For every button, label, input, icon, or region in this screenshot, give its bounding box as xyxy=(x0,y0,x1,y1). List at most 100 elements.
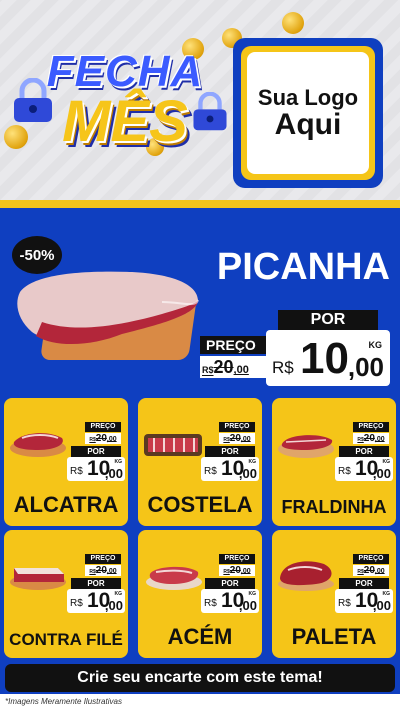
hero-price-value: 10 xyxy=(300,334,349,383)
disclaimer-text: *Imagens Meramente Ilustrativas xyxy=(5,697,122,706)
hero-product-name: PICANHA xyxy=(216,246,390,288)
product-name: ALCATRA xyxy=(13,492,119,517)
unit: KG xyxy=(248,459,257,465)
product-name: FRALDINHA xyxy=(281,497,387,517)
logo-area: Sua Logo Aqui xyxy=(247,52,369,174)
product-card[interactable]: PREÇO R$20,00 POR R$ 10 KG ,00 COSTELA xyxy=(138,398,262,526)
currency: R$ xyxy=(338,598,351,609)
currency: R$ xyxy=(70,598,83,609)
hero-unit: KG xyxy=(368,340,383,350)
old-price-cents: ,00 xyxy=(374,436,385,443)
por-label: POR xyxy=(339,578,389,589)
old-price-cents: ,00 xyxy=(240,436,251,443)
picanha-meat-image xyxy=(17,271,199,345)
unit: KG xyxy=(382,591,391,597)
alcatra-meat-image xyxy=(10,433,66,457)
product-card[interactable]: PREÇO R$20,00 POR R$ 10 KG ,00 CONTRA FI… xyxy=(4,530,128,658)
hero-price-cents: ,00 xyxy=(347,352,384,382)
new-price: R$ 10 KG ,00 xyxy=(335,589,393,613)
hero-old-price-value: 20 xyxy=(213,357,234,377)
hero-old-price-cents: ,00 xyxy=(233,364,249,376)
footer: *Imagens Meramente Ilustrativas xyxy=(0,694,400,711)
fraldinha-meat-image xyxy=(278,435,334,458)
logo-border: Sua Logo Aqui xyxy=(241,46,375,180)
hero-preco-label: PREÇO xyxy=(200,336,270,354)
old-price: R$20,00 xyxy=(353,433,389,444)
product-card[interactable]: PREÇO R$20,00 POR R$ 10 KG ,00 PALETA xyxy=(272,530,396,658)
header-banner: FECHA MÊS Sua Logo Aqui xyxy=(0,0,400,200)
acem-meat-image xyxy=(146,566,202,590)
gold-coin-icon xyxy=(282,12,304,34)
logo-placeholder[interactable]: Sua Logo Aqui xyxy=(233,38,383,188)
product-name: CONTRA FILÉ xyxy=(9,630,123,649)
preco-label: PREÇO xyxy=(219,554,255,564)
price-cents: ,00 xyxy=(372,598,391,613)
old-price-value: 20 xyxy=(363,565,375,576)
old-price-value: 20 xyxy=(363,433,375,444)
fecha-mes-title: FECHA MÊS xyxy=(30,50,220,154)
por-label: POR xyxy=(71,446,121,457)
unit: KG xyxy=(114,591,123,597)
gold-divider xyxy=(0,200,400,208)
currency: R$ xyxy=(204,598,217,609)
new-price: R$ 10 KG ,00 xyxy=(201,589,259,613)
preco-label: PREÇO xyxy=(219,422,255,432)
price-cents: ,00 xyxy=(238,466,257,481)
por-label: POR xyxy=(339,446,389,457)
old-price-value: 20 xyxy=(229,433,241,444)
currency: R$ xyxy=(70,466,83,477)
preco-label: PREÇO xyxy=(353,554,389,564)
new-price: R$ 10 KG ,00 xyxy=(201,457,259,481)
currency: R$ xyxy=(338,466,351,477)
old-price-cents: ,00 xyxy=(106,436,117,443)
old-price-value: 20 xyxy=(95,433,107,444)
old-price: R$20,00 xyxy=(85,565,121,576)
product-card[interactable]: PREÇO R$20,00 POR R$ 10 KG ,00 FRALDINHA xyxy=(272,398,396,526)
old-price: R$20,00 xyxy=(353,565,389,576)
logo-text-line2: Aqui xyxy=(274,107,342,141)
preco-label: PREÇO xyxy=(85,422,121,432)
old-price-value: 20 xyxy=(95,565,107,576)
create-flyer-button[interactable]: Crie seu encarte com este tema! xyxy=(5,664,395,692)
product-name: ACÉM xyxy=(167,624,233,649)
old-price: R$20,00 xyxy=(85,433,121,444)
por-label: POR xyxy=(71,578,121,589)
hero-new-price: R$ 10 KG ,00 xyxy=(266,330,390,386)
hero-old-price: R$20,00 xyxy=(200,356,272,378)
gold-coin-icon xyxy=(4,125,28,149)
discount-badge: -50% xyxy=(12,236,62,274)
old-price-cents: ,00 xyxy=(240,568,251,575)
preco-label: PREÇO xyxy=(85,554,121,564)
price-cents: ,00 xyxy=(372,466,391,481)
logo-text-line1: Sua Logo xyxy=(257,84,359,110)
product-card[interactable]: PREÇO R$20,00 POR R$ 10 KG ,00 ALCATRA xyxy=(4,398,128,526)
old-price-cents: ,00 xyxy=(106,568,117,575)
hero-old-currency: R$ xyxy=(202,365,214,375)
old-price-cents: ,00 xyxy=(374,568,385,575)
title-line-mes: MÊS xyxy=(62,89,188,154)
currency: R$ xyxy=(204,466,217,477)
old-price-value: 20 xyxy=(229,565,241,576)
preco-label: PREÇO xyxy=(353,422,389,432)
hero-currency: R$ xyxy=(272,358,294,377)
costela-meat-image xyxy=(144,434,202,456)
price-cents: ,00 xyxy=(104,466,123,481)
unit: KG xyxy=(114,459,123,465)
por-label: POR xyxy=(205,578,255,589)
price-cents: ,00 xyxy=(238,598,257,613)
new-price: R$ 10 KG ,00 xyxy=(67,457,125,481)
old-price: R$20,00 xyxy=(219,433,255,444)
product-name: COSTELA xyxy=(147,492,253,517)
unit: KG xyxy=(382,459,391,465)
unit: KG xyxy=(248,591,257,597)
hero-por-label: POR xyxy=(278,310,378,330)
contra-file-meat-image xyxy=(10,568,66,590)
product-card[interactable]: PREÇO R$20,00 POR R$ 10 KG ,00 ACÉM xyxy=(138,530,262,658)
new-price: R$ 10 KG ,00 xyxy=(335,457,393,481)
por-label: POR xyxy=(205,446,255,457)
old-price: R$20,00 xyxy=(219,565,255,576)
paleta-meat-image xyxy=(278,561,334,591)
new-price: R$ 10 KG ,00 xyxy=(67,589,125,613)
product-name: PALETA xyxy=(291,624,377,649)
price-cents: ,00 xyxy=(104,598,123,613)
